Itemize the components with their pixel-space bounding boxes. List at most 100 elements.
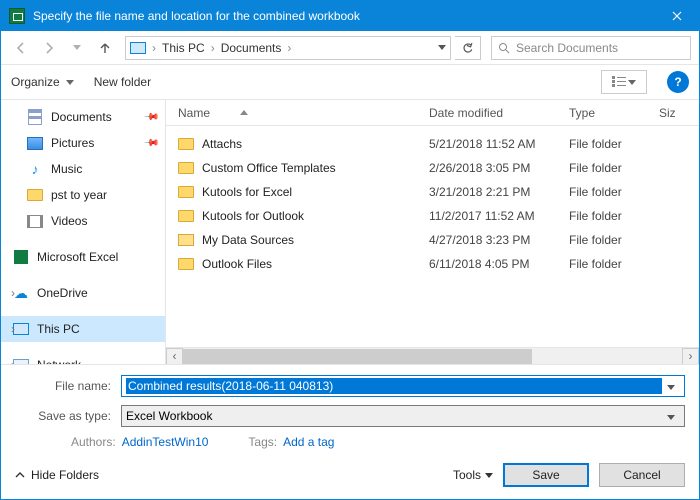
breadcrumb-sep-icon: › [211,41,215,55]
videos-icon [27,213,43,229]
recent-dropdown[interactable] [65,36,89,60]
scroll-left-button[interactable]: ‹ [166,348,183,365]
address-bar[interactable]: › This PC› Documents› [125,36,451,60]
save-button[interactable]: Save [503,463,589,487]
chevron-down-icon [66,80,74,85]
column-size[interactable]: Siz [659,106,699,120]
column-date[interactable]: Date modified [429,106,569,120]
view-list-icon [612,76,626,88]
sidebar[interactable]: Documents📌 Pictures📌 ♪Music pst to year … [1,100,166,364]
address-dropdown-icon[interactable] [438,45,446,50]
excel-app-icon [9,8,25,24]
file-name: Kutools for Excel [202,185,292,199]
file-type: File folder [569,233,659,247]
saveas-row: Save as type: Excel Workbook [15,405,685,427]
file-rows[interactable]: Attachs5/21/2018 11:52 AMFile folderCust… [166,126,699,347]
search-icon [498,42,510,54]
sidebar-item-label: Videos [51,214,87,228]
forward-button[interactable] [37,36,61,60]
documents-icon [27,109,43,125]
back-button[interactable] [9,36,33,60]
filename-dropdown-icon[interactable] [662,379,680,393]
column-type[interactable]: Type [569,106,659,120]
file-date: 4/27/2018 3:23 PM [429,233,569,247]
sidebar-item-label: pst to year [51,188,107,202]
table-row[interactable]: Custom Office Templates2/26/2018 3:05 PM… [166,156,699,180]
chevron-up-icon [15,470,25,480]
breadcrumb-documents[interactable]: Documents› [221,41,292,55]
table-row[interactable]: Attachs5/21/2018 11:52 AMFile folder [166,132,699,156]
sort-asc-icon [240,110,248,115]
folder-icon [178,136,194,152]
file-type: File folder [569,209,659,223]
search-input[interactable]: Search Documents [491,36,691,60]
column-name[interactable]: Name [178,106,429,120]
authors-value: AddinTestWin10 [122,435,209,449]
sidebar-item-videos[interactable]: Videos [1,208,165,234]
sidebar-item-onedrive[interactable]: ›☁OneDrive [1,280,165,306]
sidebar-item-documents[interactable]: Documents📌 [1,104,165,130]
file-type: File folder [569,257,659,271]
saveas-dropdown-icon[interactable] [662,409,680,423]
table-row[interactable]: Kutools for Outlook11/2/2017 11:52 AMFil… [166,204,699,228]
file-name: Kutools for Outlook [202,209,304,223]
hide-folders-button[interactable]: Hide Folders [15,468,99,482]
scroll-right-button[interactable]: › [682,348,699,365]
authors-label: Authors: [71,435,116,449]
file-name: My Data Sources [202,233,294,247]
bottom-panel: File name: Combined results(2018-06-11 0… [1,364,699,455]
sidebar-item-network[interactable]: ›Network [1,352,165,364]
organize-label: Organize [11,75,60,89]
up-button[interactable] [93,36,117,60]
sidebar-item-music[interactable]: ♪ Music [1,156,165,182]
file-type: File folder [569,185,659,199]
tags-field[interactable]: Tags:Add a tag [248,435,334,449]
nav-bar: › This PC› Documents› Search Documents [1,31,699,65]
folder-icon [178,184,194,200]
pin-icon: 📌 [142,109,159,126]
scroll-track[interactable] [183,348,682,365]
table-row[interactable]: Outlook Files6/11/2018 4:05 PMFile folde… [166,252,699,276]
folder-icon [178,208,194,224]
filename-label: File name: [15,379,111,393]
expand-icon[interactable]: › [7,286,19,300]
sidebar-item-this-pc[interactable]: ›This PC [1,316,165,342]
cancel-button[interactable]: Cancel [599,463,685,487]
horizontal-scrollbar[interactable]: ‹ › [166,347,699,364]
expand-icon[interactable]: › [7,358,19,364]
tools-menu[interactable]: Tools [453,468,493,482]
chevron-down-icon [485,473,493,478]
scroll-thumb[interactable] [183,349,532,364]
filename-input[interactable]: Combined results(2018-06-11 040813) [121,375,685,397]
expand-icon[interactable]: › [7,322,19,336]
breadcrumb-this-pc[interactable]: This PC› [162,41,215,55]
column-label: Name [178,106,210,120]
help-button[interactable]: ? [667,71,689,93]
sidebar-item-pst-to-year[interactable]: pst to year [1,182,165,208]
sidebar-item-label: Music [51,162,82,176]
folder-icon [27,187,43,203]
new-folder-button[interactable]: New folder [94,75,151,89]
music-icon: ♪ [27,161,43,177]
file-date: 6/11/2018 4:05 PM [429,257,569,271]
table-row[interactable]: My Data Sources 4/27/2018 3:23 PMFile fol… [166,228,699,252]
close-button[interactable] [655,1,699,31]
chevron-down-icon [73,45,81,50]
sidebar-item-microsoft-excel[interactable]: Microsoft Excel [1,244,165,270]
tags-label: Tags: [248,435,277,449]
file-list: Name Date modified Type Siz Attachs5/21/… [166,100,699,364]
view-mode-button[interactable] [601,70,647,94]
file-type: File folder [569,137,659,151]
authors-field[interactable]: Authors: AddinTestWin10 [71,435,208,449]
refresh-button[interactable] [455,36,481,60]
sidebar-item-pictures[interactable]: Pictures📌 [1,130,165,156]
organize-menu[interactable]: Organize [11,75,74,89]
pictures-icon [27,135,43,151]
pc-icon [130,40,146,56]
sidebar-item-label: Microsoft Excel [37,250,118,264]
breadcrumb-sep-icon: › [152,41,156,55]
table-row[interactable]: Kutools for Excel3/21/2018 2:21 PMFile f… [166,180,699,204]
refresh-icon [462,42,474,54]
saveas-select[interactable]: Excel Workbook [121,405,685,427]
toolbar: Organize New folder ? [1,65,699,99]
